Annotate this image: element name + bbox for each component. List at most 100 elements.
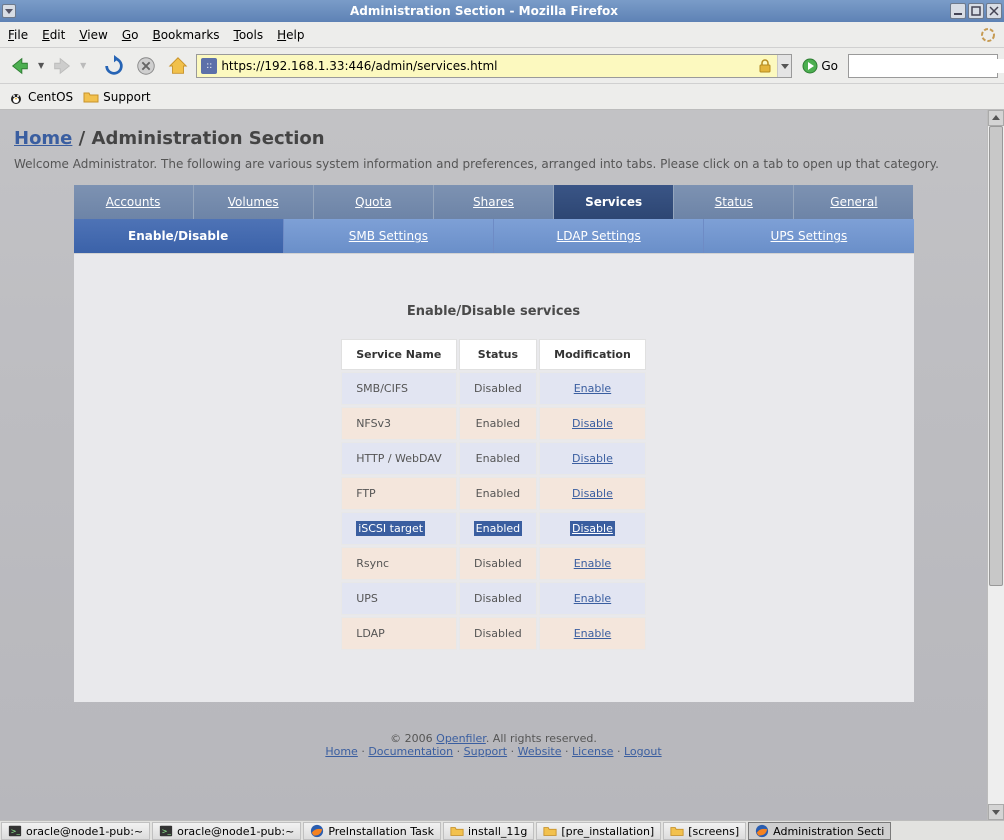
page-scroll-area[interactable]: Home / Administration Section Welcome Ad… <box>0 110 987 820</box>
footer-link-logout[interactable]: Logout <box>624 745 662 758</box>
tab-volumes[interactable]: Volumes <box>194 185 314 219</box>
svg-text:>_: >_ <box>162 828 172 836</box>
subtab-smb-settings[interactable]: SMB Settings <box>284 219 494 253</box>
scroll-track[interactable] <box>988 126 1004 804</box>
tab-shares[interactable]: Shares <box>434 185 554 219</box>
service-status: Enabled <box>459 477 537 510</box>
subtab-ups-settings[interactable]: UPS Settings <box>704 219 913 253</box>
search-bar[interactable]: G▾ <box>848 54 998 78</box>
firefox-icon <box>310 824 324 838</box>
search-input[interactable] <box>857 59 1004 73</box>
service-status: Enabled <box>459 512 537 545</box>
vertical-scrollbar[interactable] <box>987 110 1004 820</box>
breadcrumb-home-link[interactable]: Home <box>14 128 72 149</box>
svg-text:>_: >_ <box>11 828 21 836</box>
terminal-icon: >_ <box>8 824 22 838</box>
subtab-ldap-settings[interactable]: LDAP Settings <box>494 219 704 253</box>
scroll-thumb[interactable] <box>989 126 1003 586</box>
service-action-cell: Disable <box>539 477 646 510</box>
subtab-enable-disable[interactable]: Enable/Disable <box>74 219 284 253</box>
service-name: LDAP <box>341 617 456 650</box>
footer-link-license[interactable]: License <box>572 745 613 758</box>
close-button[interactable] <box>986 3 1002 19</box>
service-action-link[interactable]: Disable <box>572 487 613 500</box>
folder-icon <box>450 824 464 838</box>
col-status: Status <box>459 339 537 370</box>
back-dropdown-icon[interactable]: ▼ <box>38 61 44 70</box>
bookmark-centos[interactable]: CentOS <box>8 89 73 105</box>
taskbar-button[interactable]: [screens] <box>663 822 746 840</box>
service-name: Rsync <box>341 547 456 580</box>
navigation-toolbar: ▼ ▼ :: Go G▾ <box>0 48 1004 84</box>
service-row: UPSDisabledEnable <box>341 582 646 615</box>
folder-icon <box>670 824 684 838</box>
maximize-button[interactable] <box>968 3 984 19</box>
tab-services[interactable]: Services <box>554 185 674 219</box>
footer-link-home[interactable]: Home <box>325 745 357 758</box>
menu-file[interactable]: File <box>8 28 28 42</box>
footer-link-support[interactable]: Support <box>464 745 507 758</box>
forward-dropdown-icon[interactable]: ▼ <box>80 61 86 70</box>
service-action-link[interactable]: Enable <box>574 382 611 395</box>
stop-button[interactable] <box>132 52 160 80</box>
service-row: iSCSI targetEnabledDisable <box>341 512 646 545</box>
minimize-button[interactable] <box>950 3 966 19</box>
service-action-cell: Enable <box>539 617 646 650</box>
tab-general[interactable]: General <box>794 185 913 219</box>
footer-brand-link[interactable]: Openfiler <box>436 732 486 745</box>
tab-status[interactable]: Status <box>674 185 794 219</box>
reload-button[interactable] <box>100 52 128 80</box>
scroll-up-button[interactable] <box>988 110 1004 126</box>
menubar: File Edit View Go Bookmarks Tools Help <box>0 22 1004 48</box>
site-favicon-icon: :: <box>201 58 217 74</box>
scroll-down-button[interactable] <box>988 804 1004 820</box>
taskbar-label: install_11g <box>468 825 527 838</box>
taskbar-button[interactable]: Administration Secti <box>748 822 891 840</box>
url-dropdown-icon[interactable] <box>777 55 791 77</box>
taskbar-button[interactable]: PreInstallation Task <box>303 822 441 840</box>
services-panel: Enable/Disable services Service Name Sta… <box>74 253 914 702</box>
service-name: FTP <box>341 477 456 510</box>
taskbar-button[interactable]: >_oracle@node1-pub:~ <box>1 822 150 840</box>
taskbar-button[interactable]: install_11g <box>443 822 534 840</box>
footer-link-documentation[interactable]: Documentation <box>368 745 453 758</box>
tab-accounts[interactable]: Accounts <box>74 185 194 219</box>
service-action-link[interactable]: Disable <box>572 417 613 430</box>
menu-bookmarks[interactable]: Bookmarks <box>152 28 219 42</box>
service-row: HTTP / WebDAVEnabledDisable <box>341 442 646 475</box>
service-row: FTPEnabled Disable <box>341 477 646 510</box>
service-action-cell: Disable <box>539 442 646 475</box>
tab-quota[interactable]: Quota <box>314 185 434 219</box>
menu-view[interactable]: View <box>79 28 107 42</box>
service-row: LDAPDisabledEnable <box>341 617 646 650</box>
menu-help[interactable]: Help <box>277 28 304 42</box>
forward-button[interactable] <box>48 52 76 80</box>
service-status: Disabled <box>459 372 537 405</box>
service-status: Disabled <box>459 582 537 615</box>
services-table: Service Name Status Modification SMB/CIF… <box>339 337 648 652</box>
service-action-link[interactable]: Disable <box>572 522 613 535</box>
service-action-link[interactable]: Disable <box>572 452 613 465</box>
service-action-link[interactable]: Enable <box>574 592 611 605</box>
taskbar-button[interactable]: >_oracle@node1-pub:~ <box>152 822 301 840</box>
taskbar-button[interactable]: [pre_installation] <box>536 822 661 840</box>
url-bar[interactable]: :: <box>196 54 792 78</box>
window-menu-button[interactable] <box>2 4 16 18</box>
menu-edit[interactable]: Edit <box>42 28 65 42</box>
menu-tools[interactable]: Tools <box>234 28 264 42</box>
home-button[interactable] <box>164 52 192 80</box>
service-action-link[interactable]: Enable <box>574 627 611 640</box>
main-tabstrip: AccountsVolumesQuotaSharesServicesStatus… <box>74 185 914 219</box>
back-button[interactable] <box>6 52 34 80</box>
sub-tabstrip: Enable/DisableSMB SettingsLDAP SettingsU… <box>74 219 914 253</box>
footer-link-website[interactable]: Website <box>518 745 562 758</box>
page-content: Home / Administration Section Welcome Ad… <box>0 110 987 820</box>
firefox-icon <box>755 824 769 838</box>
menu-go[interactable]: Go <box>122 28 139 42</box>
url-input[interactable] <box>221 59 753 73</box>
service-action-link[interactable]: Enable <box>574 557 611 570</box>
go-button[interactable]: Go <box>796 58 844 74</box>
service-status: Enabled <box>459 442 537 475</box>
service-status: Disabled <box>459 547 537 580</box>
bookmark-support[interactable]: Support <box>83 89 150 105</box>
